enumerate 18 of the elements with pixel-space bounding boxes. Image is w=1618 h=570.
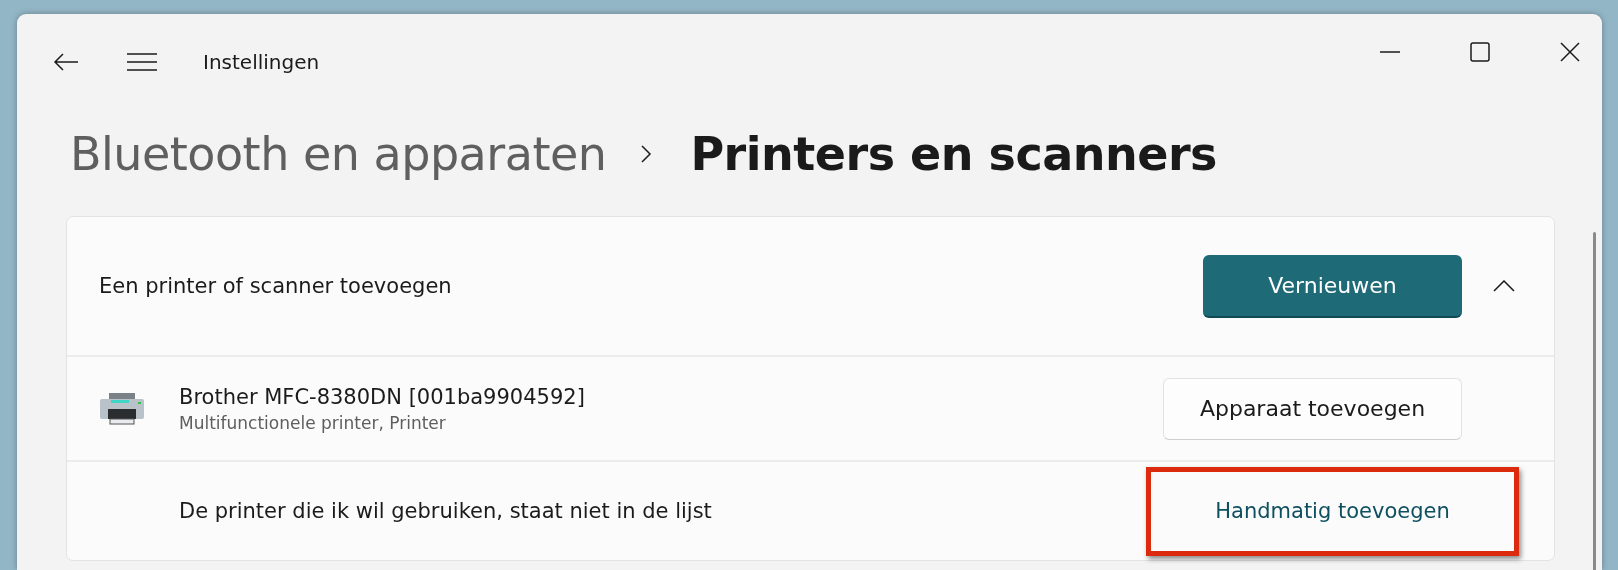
refresh-button[interactable]: Vernieuwen bbox=[1203, 254, 1462, 318]
window-title: Instellingen bbox=[203, 50, 320, 74]
section-label: Een printer of scanner toevoegen bbox=[99, 274, 453, 298]
manual-add-link[interactable]: Handmatig toevoegen bbox=[1215, 499, 1450, 523]
add-device-button[interactable]: Apparaat toevoegen bbox=[1163, 377, 1462, 440]
page-title: Printers en scanners bbox=[690, 127, 1217, 181]
menu-icon bbox=[127, 52, 157, 72]
device-description: Multifunctionele printer, Printer bbox=[179, 412, 447, 433]
device-name: Brother MFC-8380DN [001ba9904592] bbox=[179, 384, 586, 409]
close-icon bbox=[1560, 42, 1580, 62]
chevron-up-icon bbox=[1493, 280, 1515, 292]
printer-icon bbox=[99, 392, 145, 425]
chevron-right-icon bbox=[640, 144, 653, 164]
back-arrow-icon bbox=[53, 52, 79, 72]
breadcrumb-link[interactable]: Bluetooth en apparaten bbox=[70, 127, 607, 181]
manual-add-text: De printer die ik wil gebruiken, staat niet in de lijst bbox=[179, 499, 713, 523]
minimize-icon bbox=[1380, 51, 1400, 53]
maximize-icon bbox=[1470, 42, 1490, 62]
